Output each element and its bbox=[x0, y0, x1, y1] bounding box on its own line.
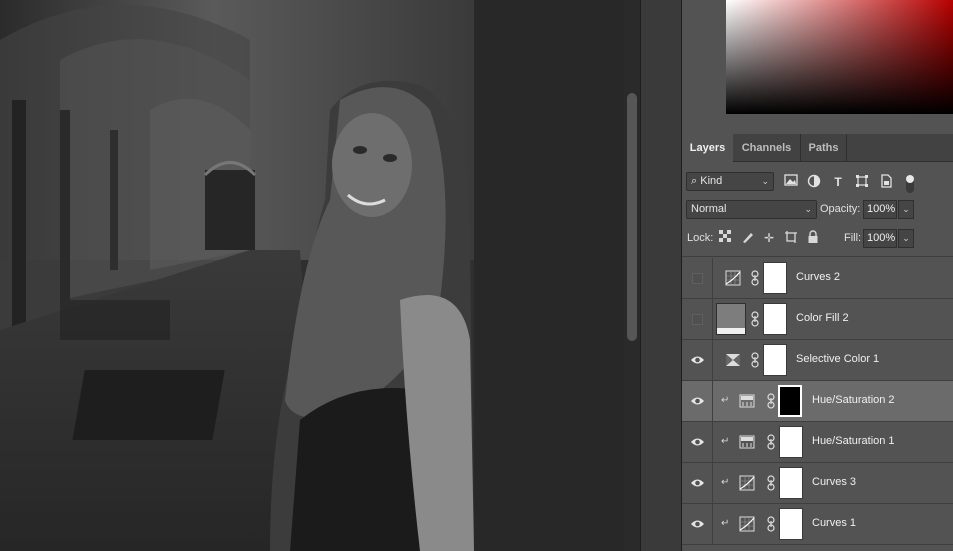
visibility-toggle[interactable] bbox=[682, 381, 713, 421]
visibility-toggle[interactable] bbox=[682, 340, 713, 380]
lock-transparent-pixels-icon[interactable] bbox=[717, 230, 733, 246]
visibility-toggle[interactable] bbox=[682, 299, 713, 339]
opacity-label: Opacity: bbox=[820, 203, 861, 215]
layers-panel-tabs: Layers Channels Paths bbox=[682, 134, 953, 162]
eye-icon bbox=[691, 438, 704, 446]
visibility-toggle[interactable] bbox=[682, 504, 713, 544]
lock-all-icon[interactable] bbox=[805, 230, 821, 246]
curves-adjustment-icon bbox=[725, 270, 741, 286]
tab-layers[interactable]: Layers bbox=[682, 134, 733, 162]
link-chain-icon[interactable] bbox=[751, 311, 759, 327]
panels-column: Layers Channels Paths ⌕ Kind ⌄ T Normal … bbox=[682, 0, 953, 551]
layer-row-selected[interactable]: ↵ Hue/Saturation 2 bbox=[682, 381, 953, 422]
curves-adjustment-icon bbox=[739, 475, 755, 491]
lock-label: Lock: bbox=[687, 232, 714, 244]
clipping-arrow-icon: ↵ bbox=[721, 395, 730, 406]
layer-mask-thumbnail[interactable] bbox=[763, 303, 787, 335]
link-chain-icon[interactable] bbox=[767, 393, 775, 409]
layer-row[interactable]: ↵ Hue/Saturation 1 bbox=[682, 422, 953, 463]
eye-icon bbox=[691, 397, 704, 405]
clipping-arrow-icon: ↵ bbox=[721, 518, 730, 529]
chevron-down-icon: ⌄ bbox=[761, 176, 769, 186]
opacity-dropdown-button[interactable]: ⌄ bbox=[898, 200, 914, 219]
clipping-arrow-icon: ↵ bbox=[721, 477, 730, 488]
color-saturation-field[interactable] bbox=[726, 0, 953, 114]
adjustment-filter-icon[interactable] bbox=[806, 174, 822, 190]
search-icon: ⌕ bbox=[691, 175, 698, 187]
filter-toggle-icon[interactable] bbox=[902, 174, 918, 193]
layer-row[interactable]: Curves 2 bbox=[682, 258, 953, 299]
panel-dock-strip bbox=[640, 0, 682, 551]
color-fill-thumbnail[interactable] bbox=[716, 303, 746, 335]
eye-icon bbox=[691, 356, 704, 364]
layer-mask-thumbnail[interactable] bbox=[763, 262, 787, 294]
layer-mask-thumbnail[interactable] bbox=[779, 467, 803, 499]
canvas-photo bbox=[0, 0, 474, 551]
layer-mask-thumbnail[interactable] bbox=[779, 508, 803, 540]
layer-name: Curves 2 bbox=[796, 271, 841, 283]
layer-name: Curves 3 bbox=[812, 476, 857, 488]
visibility-toggle[interactable] bbox=[682, 422, 713, 462]
layer-row[interactable]: ↵ Curves 3 bbox=[682, 463, 953, 504]
layer-mask-thumbnail[interactable] bbox=[779, 426, 803, 458]
link-chain-icon[interactable] bbox=[767, 475, 775, 491]
canvas-vertical-scrollbar[interactable] bbox=[624, 0, 640, 551]
visibility-toggle[interactable] bbox=[682, 463, 713, 503]
lock-position-icon[interactable]: ✛ bbox=[761, 230, 777, 246]
fill-label: Fill: bbox=[844, 232, 862, 244]
fill-thumbnail-bar bbox=[717, 328, 745, 334]
hue-saturation-adjustment-icon bbox=[739, 434, 755, 450]
layer-mask-thumbnail-active[interactable] bbox=[778, 385, 802, 417]
tab-channels[interactable]: Channels bbox=[733, 134, 800, 162]
layer-name: Curves 1 bbox=[812, 517, 857, 529]
eye-icon bbox=[691, 520, 704, 528]
scrollbar-thumb[interactable] bbox=[627, 93, 637, 341]
color-picker-panel bbox=[682, 0, 953, 130]
layer-name: Color Fill 2 bbox=[796, 312, 849, 324]
clipping-arrow-icon: ↵ bbox=[721, 436, 730, 447]
layer-name: Hue/Saturation 2 bbox=[812, 394, 895, 406]
layer-name: Hue/Saturation 1 bbox=[812, 435, 895, 447]
lock-image-pixels-icon[interactable] bbox=[740, 230, 756, 246]
image-filter-icon[interactable] bbox=[783, 174, 799, 190]
layer-filter-row: ⌕ Kind ⌄ T bbox=[682, 167, 953, 195]
link-chain-icon[interactable] bbox=[751, 352, 759, 368]
lock-row: Lock: ✛ Fill: 100% ⌄ bbox=[682, 223, 953, 257]
layer-mask-thumbnail[interactable] bbox=[763, 344, 787, 376]
opacity-field[interactable]: 100% bbox=[863, 200, 897, 219]
link-chain-icon[interactable] bbox=[767, 434, 775, 450]
layers-list: Curves 2 Color Fill 2 Selective Color 1 … bbox=[682, 258, 953, 551]
fill-dropdown-button[interactable]: ⌄ bbox=[898, 229, 914, 248]
layer-name: Selective Color 1 bbox=[796, 353, 880, 365]
filter-kind-label: Kind bbox=[700, 175, 723, 187]
hidden-visibility-box bbox=[692, 314, 703, 325]
link-chain-icon[interactable] bbox=[751, 270, 759, 286]
layer-row[interactable]: Color Fill 2 bbox=[682, 299, 953, 340]
type-filter-icon[interactable]: T bbox=[830, 174, 846, 190]
chevron-down-icon: ⌄ bbox=[804, 204, 812, 214]
link-chain-icon[interactable] bbox=[767, 516, 775, 532]
curves-adjustment-icon bbox=[739, 516, 755, 532]
selective-color-adjustment-icon bbox=[725, 352, 741, 368]
eye-icon bbox=[691, 479, 704, 487]
layer-row[interactable]: ↵ Curves 1 bbox=[682, 504, 953, 545]
photoshop-window: Layers Channels Paths ⌕ Kind ⌄ T Normal … bbox=[0, 0, 953, 551]
shape-filter-icon[interactable] bbox=[854, 174, 870, 190]
blend-mode-value: Normal bbox=[691, 203, 727, 215]
fill-field[interactable]: 100% bbox=[863, 229, 897, 248]
chevron-down-icon: ⌄ bbox=[902, 204, 910, 214]
hidden-visibility-box bbox=[692, 273, 703, 284]
blend-mode-select[interactable]: Normal ⌄ bbox=[686, 200, 817, 219]
document-canvas[interactable] bbox=[0, 0, 474, 551]
canvas-area[interactable] bbox=[0, 0, 640, 551]
chevron-down-icon: ⌄ bbox=[902, 233, 910, 243]
blend-mode-row: Normal ⌄ Opacity: 100% ⌄ bbox=[682, 195, 953, 223]
lock-artboard-icon[interactable] bbox=[783, 230, 799, 246]
visibility-toggle[interactable] bbox=[682, 258, 713, 298]
layer-row[interactable]: Selective Color 1 bbox=[682, 340, 953, 381]
filter-kind-select[interactable]: ⌕ Kind ⌄ bbox=[686, 172, 774, 191]
tab-paths[interactable]: Paths bbox=[800, 134, 847, 162]
hue-saturation-adjustment-icon bbox=[739, 393, 755, 409]
smart-object-filter-icon[interactable] bbox=[878, 174, 894, 190]
